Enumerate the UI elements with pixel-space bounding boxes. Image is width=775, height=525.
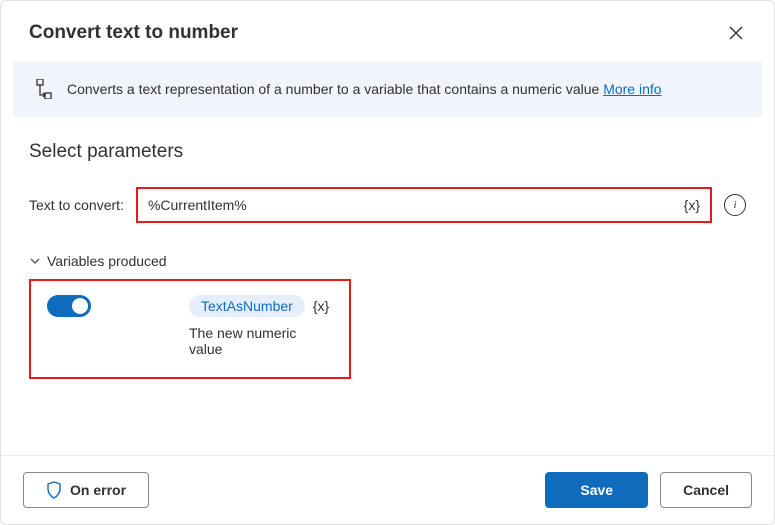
convert-icon — [35, 79, 53, 99]
shield-icon — [46, 481, 62, 499]
text-to-convert-input-wrap[interactable]: {x} — [136, 187, 712, 223]
insert-variable-icon[interactable]: {x} — [684, 197, 700, 213]
on-error-label: On error — [70, 482, 126, 498]
variables-produced-label: Variables produced — [47, 253, 167, 269]
info-icon[interactable]: i — [724, 194, 746, 216]
banner-description: Converts a text representation of a numb… — [67, 81, 603, 97]
on-error-button[interactable]: On error — [23, 472, 149, 508]
close-button[interactable] — [722, 19, 750, 47]
cancel-button[interactable]: Cancel — [660, 472, 752, 508]
chevron-down-icon — [29, 255, 41, 267]
banner-text: Converts a text representation of a numb… — [67, 81, 662, 97]
save-button[interactable]: Save — [545, 472, 648, 508]
close-icon — [729, 26, 743, 40]
dialog-title: Convert text to number — [29, 22, 238, 44]
variable-token-icon: {x} — [313, 298, 329, 314]
text-to-convert-row: Text to convert: {x} i — [29, 187, 746, 223]
text-to-convert-label: Text to convert: — [29, 197, 124, 213]
section-title: Select parameters — [29, 141, 746, 163]
info-banner: Converts a text representation of a numb… — [13, 61, 762, 117]
variable-description: The new numeric value — [189, 325, 333, 357]
variables-produced-box: TextAsNumber {x} The new numeric value — [29, 279, 351, 379]
more-info-link[interactable]: More info — [603, 81, 661, 97]
variables-produced-toggle[interactable]: Variables produced — [29, 253, 746, 269]
dialog-footer: On error Save Cancel — [1, 455, 774, 524]
text-to-convert-input[interactable] — [148, 197, 684, 213]
produce-variable-toggle[interactable] — [47, 295, 91, 317]
variable-name-pill[interactable]: TextAsNumber — [189, 295, 305, 317]
content-area: Select parameters Text to convert: {x} i… — [1, 117, 774, 455]
